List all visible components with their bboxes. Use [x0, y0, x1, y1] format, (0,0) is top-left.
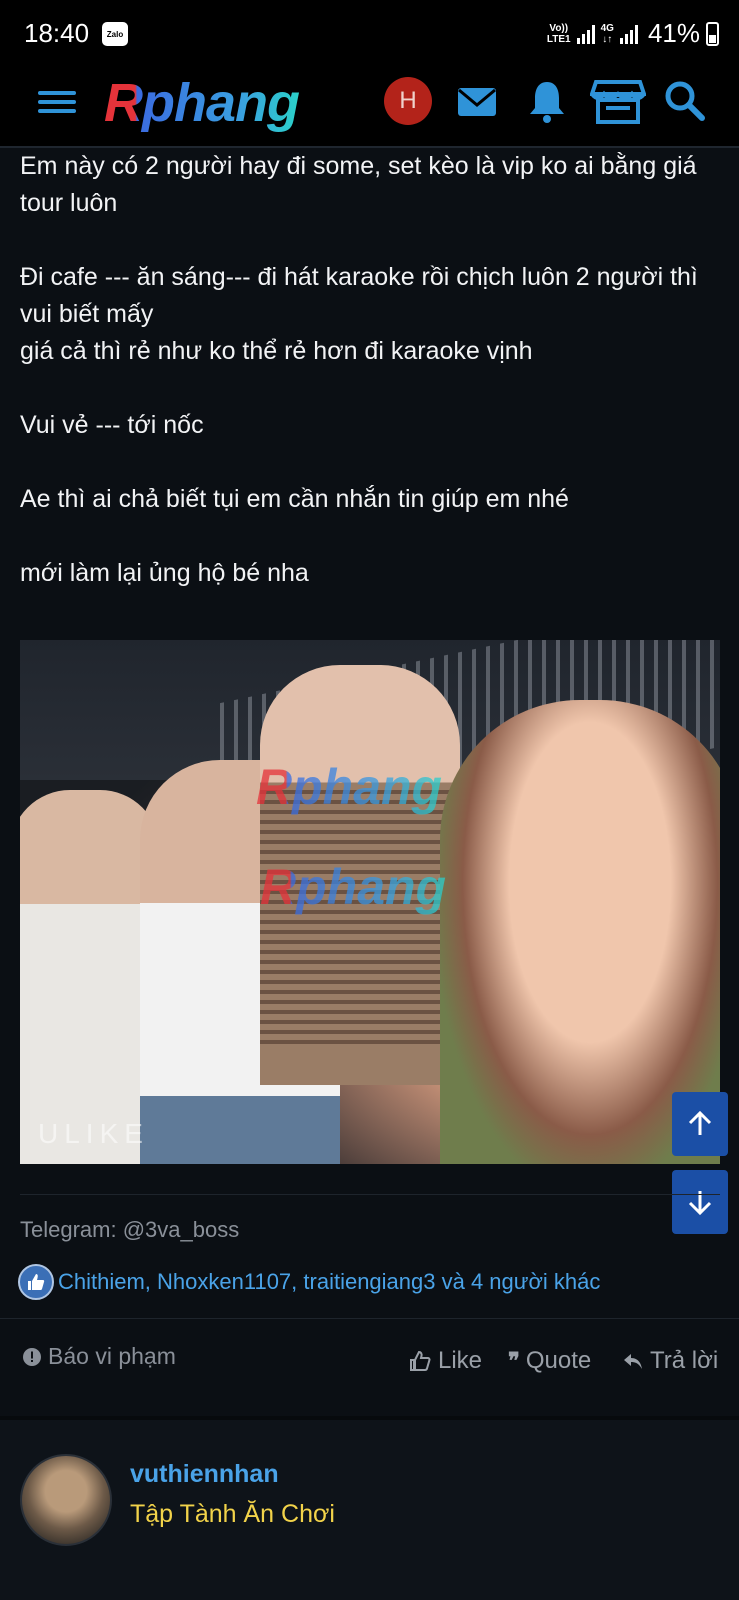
search-icon[interactable]	[660, 76, 710, 126]
store-icon[interactable]	[590, 76, 646, 126]
image-watermark: Rphang	[260, 859, 447, 915]
mail-icon[interactable]	[452, 76, 502, 126]
thumbs-up-icon	[410, 1350, 431, 1371]
post-line: giá cả thì rẻ như ko thể rẻ hơn đi karao…	[20, 337, 533, 365]
network-4g-indicator: 4G ↓↑	[600, 22, 614, 45]
signal-icon-2	[619, 24, 638, 44]
reply-icon	[624, 1354, 642, 1369]
battery-icon	[706, 21, 719, 46]
post-line: mới làm lại ủng hộ bé nha	[20, 559, 309, 587]
site-logo[interactable]: Rphang	[104, 72, 300, 134]
signal-icon	[576, 24, 595, 44]
user-avatar[interactable]: H	[384, 77, 432, 125]
quote-icon: ❞	[508, 1348, 520, 1373]
like-reaction-icon	[18, 1264, 54, 1300]
report-button[interactable]: Báo vi phạm	[22, 1343, 176, 1370]
scroll-bottom-button[interactable]	[672, 1170, 728, 1234]
reactions-bar[interactable]: Chithiem, Nhoxken1107, traitiengiang3 và…	[18, 1264, 600, 1300]
volte-indicator: Vo)) LTE1	[546, 22, 571, 45]
like-button[interactable]: Like	[408, 1347, 482, 1375]
post-line: Vui vẻ --- tới nốc	[20, 411, 204, 439]
zalo-icon: Zalo	[102, 22, 128, 46]
post-actions: Báo vi phạm Like ❞ Quote Trả lời	[0, 1318, 739, 1416]
photo-person	[20, 790, 160, 1164]
photo-stripes	[260, 790, 460, 1050]
status-bar: 18:40 Zalo Vo)) LTE1 4G ↓↑ 41%	[0, 0, 739, 68]
post-line: Em này có 2 người hay đi some, set kèo l…	[20, 152, 697, 217]
post-line: Ae thì ai chả biết tụi em cần nhắn tin g…	[20, 485, 569, 513]
signature-divider	[20, 1194, 720, 1195]
author-avatar[interactable]	[20, 1454, 112, 1546]
post-body: Em này có 2 người hay đi some, set kèo l…	[20, 148, 720, 592]
site-header: Rphang H	[0, 68, 739, 148]
arrow-up-icon	[688, 1110, 712, 1135]
quote-button[interactable]: ❞ Quote	[508, 1347, 591, 1375]
author-title: Tập Tành Ăn Chơi	[130, 1500, 335, 1528]
post-signature: Telegram: @3va_boss	[20, 1217, 240, 1242]
alert-icon	[23, 1347, 41, 1366]
arrow-down-icon	[688, 1191, 712, 1216]
author-username[interactable]: vuthiennhan	[130, 1460, 279, 1489]
post-image[interactable]: Rphang Rphang ULIKE	[20, 640, 720, 1164]
battery-percent: 41%	[647, 18, 700, 48]
reply-button[interactable]: Trả lời	[622, 1347, 718, 1375]
image-watermark: Rphang	[256, 759, 443, 815]
scroll-top-button[interactable]	[672, 1092, 728, 1156]
next-post-author: vuthiennhan Tập Tành Ăn Chơi	[0, 1416, 739, 1600]
post-line: Đi cafe --- ăn sáng--- đi hát karaoke rồ…	[20, 263, 698, 328]
reaction-names[interactable]: Chithiem, Nhoxken1107, traitiengiang3 và…	[58, 1269, 600, 1295]
menu-icon[interactable]	[38, 87, 76, 117]
status-indicators: Vo)) LTE1 4G ↓↑ 41%	[547, 18, 719, 49]
bell-icon[interactable]	[522, 76, 572, 126]
status-time: 18:40	[24, 18, 90, 48]
camera-mark: ULIKE	[38, 1118, 149, 1149]
